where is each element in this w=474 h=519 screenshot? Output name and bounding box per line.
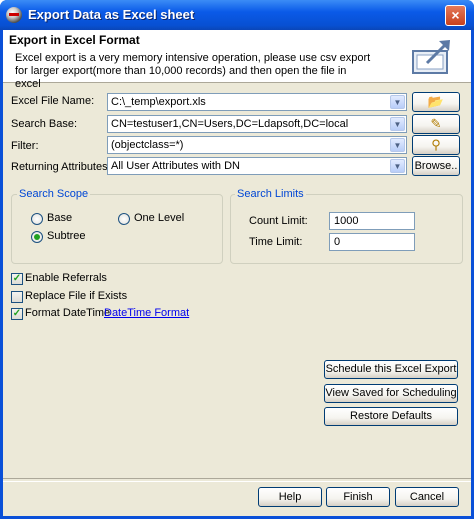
replace-file-checkbox[interactable] (11, 291, 23, 303)
chevron-down-icon[interactable]: ▼ (390, 95, 405, 109)
returning-attributes-label: Returning Attributes: (11, 161, 111, 173)
dialog-window: Export Data as Excel sheet × Export in E… (0, 0, 474, 519)
replace-file-label[interactable]: Replace File if Exists (25, 290, 127, 302)
returning-attributes-combo[interactable]: All User Attributes with DN ▼ (107, 157, 407, 175)
search-scope-group (11, 194, 223, 264)
window-title: Export Data as Excel sheet (28, 7, 195, 22)
scope-base-label[interactable]: Base (47, 212, 72, 224)
header-title: Export in Excel Format (9, 33, 140, 47)
datetime-format-link[interactable]: DateTime Format (104, 307, 189, 319)
chevron-down-icon[interactable]: ▼ (390, 159, 405, 173)
app-icon (6, 7, 22, 23)
folder-icon: 📂 (427, 94, 445, 109)
format-datetime-label[interactable]: Format DateTime (25, 307, 110, 319)
close-button[interactable]: × (445, 5, 466, 26)
file-name-value: C:\_temp\export.xls (111, 96, 206, 108)
filter-builder-button[interactable]: ⚲ (412, 135, 460, 155)
title-bar[interactable]: Export Data as Excel sheet × (0, 0, 474, 30)
cancel-button[interactable]: Cancel (395, 487, 459, 507)
export-icon (412, 40, 450, 74)
header-panel: Export in Excel Format Excel export is a… (3, 30, 471, 90)
finish-button[interactable]: Finish (326, 487, 390, 507)
restore-defaults-button[interactable]: Restore Defaults (324, 407, 458, 426)
scope-one-level-label[interactable]: One Level (134, 212, 184, 224)
enable-referrals-label[interactable]: Enable Referrals (25, 272, 107, 284)
footer-separator (3, 478, 471, 482)
help-button[interactable]: Help (258, 487, 322, 507)
search-limits-title: Search Limits (235, 188, 306, 200)
count-limit-input[interactable]: 1000 (329, 212, 415, 230)
pick-dn-button[interactable]: ✎ (412, 114, 460, 134)
time-limit-input[interactable]: 0 (329, 233, 415, 251)
filter-value: (objectclass=*) (111, 139, 184, 151)
chevron-down-icon[interactable]: ▼ (390, 117, 405, 131)
filter-icon: ⚲ (431, 137, 441, 152)
file-name-label: Excel File Name: (11, 95, 95, 107)
scope-one-level-radio[interactable] (118, 213, 130, 225)
scope-subtree-radio[interactable] (31, 231, 43, 243)
header-description: Excel export is a very memory intensive … (15, 52, 371, 90)
time-limit-value: 0 (334, 236, 341, 248)
view-saved-scheduling-button[interactable]: View Saved for Scheduling (324, 384, 458, 403)
filter-combo[interactable]: (objectclass=*) ▼ (107, 136, 407, 154)
search-base-value: CN=testuser1,CN=Users,DC=Ldapsoft,DC=loc… (111, 118, 349, 130)
schedule-export-button[interactable]: Schedule this Excel Export (324, 360, 458, 379)
time-limit-label: Time Limit: (249, 236, 303, 248)
dialog-client: Export in Excel Format Excel export is a… (3, 30, 471, 516)
wand-icon: ✎ (430, 116, 442, 131)
scope-base-radio[interactable] (31, 213, 43, 225)
search-scope-title: Search Scope (17, 188, 91, 200)
format-datetime-checkbox[interactable]: ✓ (11, 308, 23, 320)
returning-attributes-value: All User Attributes with DN (111, 160, 240, 172)
search-base-combo[interactable]: CN=testuser1,CN=Users,DC=Ldapsoft,DC=loc… (107, 115, 407, 133)
browse-button[interactable]: Browse.. (412, 156, 460, 176)
count-limit-label: Count Limit: (249, 215, 308, 227)
count-limit-value: 1000 (334, 215, 359, 227)
folder-open-button[interactable]: 📂 (412, 92, 460, 112)
filter-label: Filter: (11, 140, 39, 152)
file-name-combo[interactable]: C:\_temp\export.xls ▼ (107, 93, 407, 111)
search-base-label: Search Base: (11, 118, 78, 130)
chevron-down-icon[interactable]: ▼ (390, 138, 405, 152)
enable-referrals-checkbox[interactable]: ✓ (11, 273, 23, 285)
scope-subtree-label[interactable]: Subtree (47, 230, 86, 242)
